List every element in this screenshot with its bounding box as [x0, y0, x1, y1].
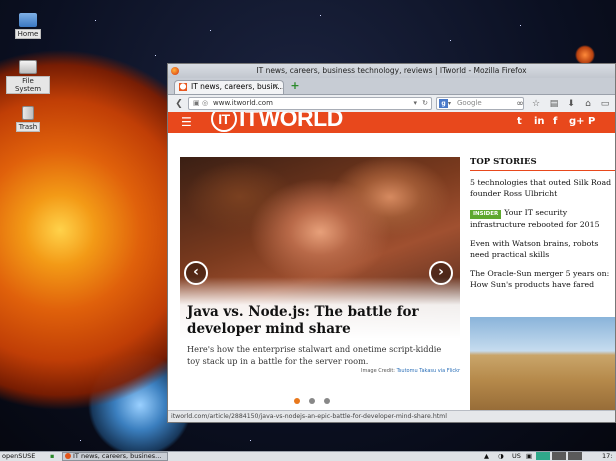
status-bar: itworld.com/article/2884150/java-vs-node…	[168, 410, 615, 422]
url-text: www.itworld.com	[213, 99, 273, 107]
top-stories-rail: TOP STORIES 5 technologies that outed Si…	[470, 157, 615, 298]
story-link[interactable]: INSIDER Your IT security infrastructure r…	[470, 207, 615, 230]
pinterest-icon[interactable]: P	[588, 115, 595, 129]
search-bar[interactable]: g ▾ Google	[436, 97, 524, 110]
hero-headline[interactable]: Java vs. Node.js: The battle for develop…	[187, 304, 427, 338]
window-title: IT news, careers, business technology, r…	[256, 66, 527, 75]
hero-dek: Here's how the enterprise stalwart and o…	[187, 344, 442, 366]
web-page: ☰ IT ITWORLD t in f g+ P ‹ › Java vs. Nod…	[168, 112, 615, 414]
carousel-dot[interactable]	[324, 398, 330, 404]
firefox-icon	[171, 67, 179, 75]
workspace-indicator[interactable]	[552, 452, 566, 460]
credit-prefix: Image Credit:	[361, 368, 395, 374]
drive-icon	[19, 60, 37, 74]
star	[210, 30, 211, 31]
twitter-icon[interactable]: t	[517, 115, 522, 129]
chat-icon[interactable]: ▭	[599, 98, 611, 110]
google-plus-icon[interactable]: g+	[569, 115, 585, 129]
desktop-icon-label: File System	[6, 76, 50, 94]
desktop-icon-home[interactable]: Home	[6, 13, 50, 39]
carousel-dots	[294, 396, 339, 407]
story-text: Even with Watson brains, robots need pra…	[470, 239, 599, 259]
desktop-icon-trash[interactable]: Trash	[6, 106, 50, 132]
home-folder-icon	[19, 13, 37, 27]
search-placeholder: Google	[457, 99, 482, 107]
site-info-icon[interactable]: ▣	[193, 98, 200, 109]
carousel-dot[interactable]	[309, 398, 315, 404]
menu-icon[interactable]: ☰	[181, 114, 192, 130]
star	[95, 20, 96, 21]
dropdown-arrow-icon[interactable]: ▾	[413, 98, 417, 109]
story-link[interactable]: The Oracle-Sun merger 5 years on: How Su…	[470, 268, 615, 290]
tab-title: IT news, careers, busin...	[191, 82, 284, 91]
itworld-favicon-icon: ⬤	[179, 83, 187, 91]
new-tab-icon[interactable]: +	[289, 80, 301, 92]
carousel-dot[interactable]	[294, 398, 300, 404]
back-arrow-icon[interactable]: ❮	[172, 98, 186, 110]
linkedin-icon[interactable]: in	[534, 115, 545, 129]
home-icon[interactable]: ⌂	[582, 98, 594, 110]
download-icon[interactable]: ⬇	[565, 98, 577, 110]
tab-itworld[interactable]: ⬤ IT news, careers, busin... ✕	[174, 80, 284, 94]
desktop-icon-label: Home	[14, 29, 42, 39]
logo-text: ITWORLD	[239, 112, 343, 131]
story-text: The Oracle-Sun merger 5 years on: How Su…	[470, 269, 610, 289]
star	[155, 55, 156, 56]
carousel-prev-icon[interactable]: ‹	[184, 261, 208, 285]
bookmarks-list-icon[interactable]: ▤	[548, 98, 560, 110]
star	[520, 25, 521, 26]
close-tab-icon[interactable]: ✕	[272, 81, 279, 93]
desktop-icon-file-system[interactable]: File System	[6, 60, 50, 94]
star	[450, 40, 451, 41]
site-header: ☰ IT ITWORLD t in f g+ P	[168, 112, 615, 133]
workspace-indicator[interactable]	[568, 452, 582, 460]
credit-link[interactable]: Tsutomu Takasu via Flickr	[397, 368, 461, 374]
firefox-window: IT news, careers, business technology, r…	[167, 63, 616, 423]
workspace-indicator[interactable]	[536, 452, 550, 460]
logo-ring: IT	[211, 112, 237, 132]
desktop-icon-label: Trash	[15, 122, 41, 132]
top-stories-heading: TOP STORIES	[470, 157, 615, 171]
insider-badge: INSIDER	[470, 210, 502, 219]
trash-icon	[22, 106, 34, 120]
star	[320, 15, 321, 16]
firefox-task-icon	[65, 453, 71, 459]
story-link[interactable]: 5 technologies that outed Silk Road foun…	[470, 177, 615, 199]
binoculars-icon[interactable]: ∞	[514, 98, 526, 110]
carousel-next-icon[interactable]: ›	[429, 261, 453, 285]
reload-icon[interactable]: ↻	[422, 98, 428, 109]
engine-dropdown-icon[interactable]: ▾	[448, 98, 451, 109]
wheat-field-image[interactable]	[470, 317, 615, 414]
bookmark-star-icon[interactable]: ☆	[530, 98, 542, 110]
star	[250, 440, 251, 441]
image-credit: Image Credit: Tsutomu Takasu via Flickr	[361, 368, 460, 374]
taskbar-task-title: IT news, careers, busines...	[73, 452, 162, 460]
star	[80, 440, 81, 441]
story-link[interactable]: Even with Watson brains, robots need pra…	[470, 238, 615, 260]
tab-strip: ⬤ IT news, careers, busin... ✕ +	[168, 78, 615, 95]
url-bar[interactable]: ▣ ◎ www.itworld.com ▾ ↻	[188, 97, 432, 110]
facebook-icon[interactable]: f	[553, 115, 557, 129]
google-engine-icon[interactable]: g	[439, 99, 448, 108]
window-titlebar[interactable]: IT news, careers, business technology, r…	[168, 64, 615, 78]
story-text: 5 technologies that outed Silk Road foun…	[470, 178, 612, 198]
itworld-logo[interactable]: IT ITWORLD	[211, 112, 343, 132]
globe-icon: ◎	[202, 99, 209, 107]
